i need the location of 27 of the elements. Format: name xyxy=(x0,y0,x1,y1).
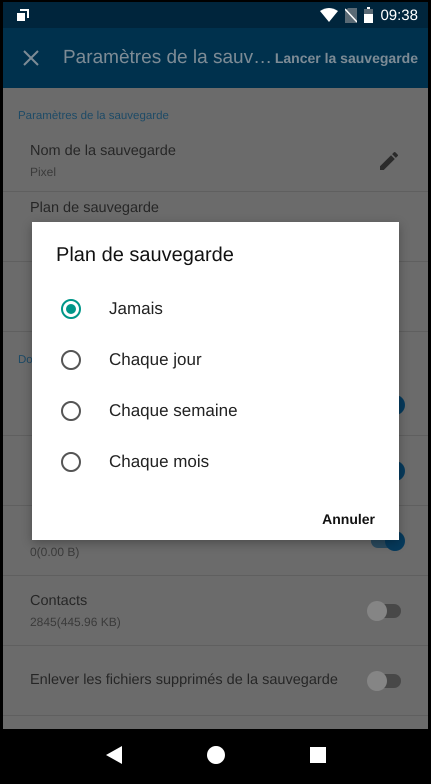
radio-button[interactable] xyxy=(61,452,81,472)
section-header: Paramètres de la sauvegarde xyxy=(18,110,169,122)
option-label[interactable]: Jamais xyxy=(109,298,163,318)
wifi-icon xyxy=(320,8,338,22)
option-label[interactable]: Chaque mois xyxy=(109,452,210,472)
section-header: Do xyxy=(18,354,33,366)
cancel-button[interactable]: Annuler xyxy=(322,504,375,532)
battery-icon xyxy=(364,7,374,23)
start-backup-button[interactable]: Lancer la sauvegarde xyxy=(274,46,418,70)
recents-icon[interactable] xyxy=(310,747,326,763)
dialog-title: Plan de sauvegarde xyxy=(56,244,235,267)
setting-title: Enlever les fichiers supprimés de la sauvegarde xyxy=(30,672,339,690)
option-label[interactable]: Chaque jour xyxy=(109,350,202,370)
back-icon[interactable] xyxy=(106,746,122,764)
setting-title: Contacts xyxy=(30,592,88,610)
option-label[interactable]: Chaque semaine xyxy=(109,400,238,420)
setting-title: Plan de sauvegarde xyxy=(30,200,160,218)
windows-icon xyxy=(15,7,31,23)
radio-button[interactable] xyxy=(61,400,81,420)
radio-button[interactable] xyxy=(61,298,81,318)
close-icon[interactable] xyxy=(23,50,39,66)
radio-button[interactable] xyxy=(61,350,81,370)
setting-title: Nom de la sauvegarde xyxy=(30,142,177,160)
no-sim-icon xyxy=(345,8,358,22)
screen-title: Paramètres de la sauv… xyxy=(63,47,272,69)
status-time: 09:38 xyxy=(380,6,418,24)
home-icon[interactable] xyxy=(206,746,224,764)
